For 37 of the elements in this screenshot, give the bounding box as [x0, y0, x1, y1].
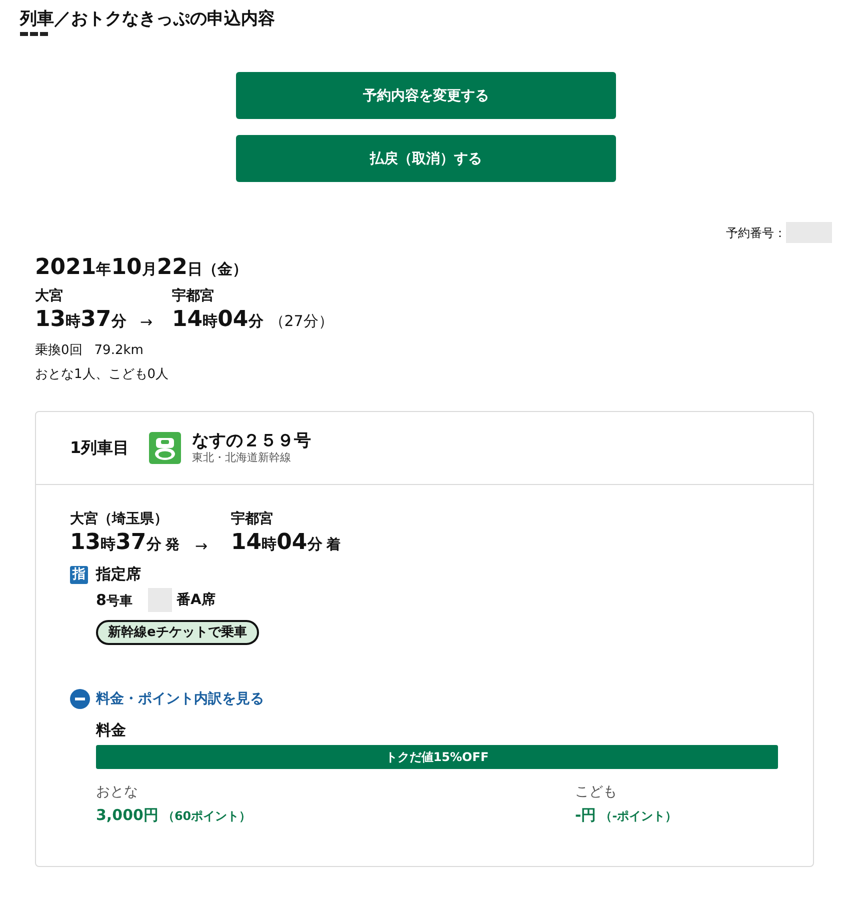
departure-time: 13時37分: [35, 306, 126, 334]
page-title: 列車／おトクなきっぷの申込内容: [20, 8, 275, 30]
departure-station: 大宮（埼玉県）: [70, 510, 168, 529]
car-number: 8号車: [96, 590, 132, 610]
fare-heading: 料金: [96, 720, 126, 741]
arrival-station: 宇都宮: [172, 286, 214, 306]
distance-text: 79.2km: [94, 343, 144, 358]
seat-type-tag: 指: [70, 566, 88, 584]
duration-text: （27分）: [269, 312, 334, 331]
arrival-station: 宇都宮: [231, 510, 273, 529]
seat-number: 番A席: [176, 591, 216, 609]
fare-amount: 3,000円: [96, 805, 158, 826]
fare-amount: -円: [575, 805, 596, 826]
dash-accent-icon: [20, 32, 48, 36]
passenger-count: おとな1人、こども0人: [35, 366, 169, 384]
transfer-count: 乗換0回: [35, 343, 82, 358]
discount-banner: トクだ値15%OFF: [96, 745, 778, 769]
passenger-type: おとな: [96, 783, 138, 802]
arrow-text: →: [195, 536, 208, 557]
departure-station: 大宮: [35, 286, 63, 306]
line-name: 東北・北海道新幹線: [192, 451, 292, 465]
reservation-number-label: 予約番号：: [726, 225, 786, 242]
train-front-icon: [149, 432, 182, 464]
action-button[interactable]: 予約内容を変更する: [236, 72, 616, 119]
points-text: （60ポイント）: [162, 808, 252, 825]
arrow-text: →: [140, 312, 153, 333]
ticket-type-badge: 新幹線eチケットで乗車: [96, 620, 259, 645]
passenger-type: こども: [575, 783, 617, 802]
train-index-label: 1列車目: [70, 438, 130, 458]
train-name: なすの２５９号: [192, 431, 312, 451]
points-text: （-ポイント）: [600, 808, 678, 825]
seat-type-label: 指定席: [96, 565, 141, 584]
arrival-time: 14時04分: [172, 306, 264, 334]
departure-time: 13時37分 発: [70, 529, 180, 557]
fare-breakdown-toggle[interactable]: 料金・ポイント内訳を見る: [70, 689, 264, 709]
action-button[interactable]: 払戻（取消）する: [236, 135, 616, 182]
arrival-time: 14時04分 着: [231, 529, 340, 557]
